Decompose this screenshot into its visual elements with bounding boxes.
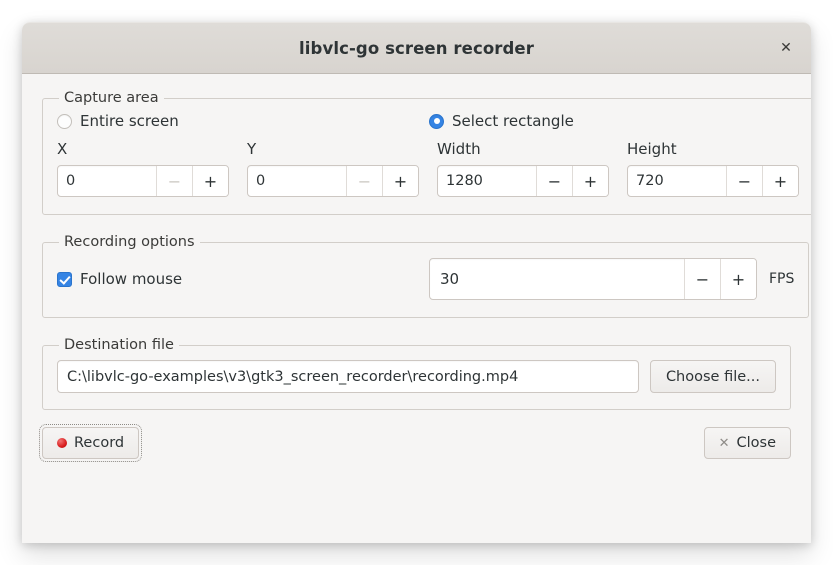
dialog-action-bar: Record ✕ Close <box>38 410 791 462</box>
spin-down-x-icon[interactable]: − <box>156 166 192 196</box>
label-width: Width <box>437 140 481 158</box>
fps-unit-label: FPS <box>769 271 795 287</box>
spin-up-height-icon[interactable]: + <box>762 166 798 196</box>
radio-entire-screen-label: Entire screen <box>80 112 179 130</box>
recording-options-row: Follow mouse − + FPS <box>57 258 794 300</box>
input-width[interactable] <box>438 166 536 196</box>
window-title: libvlc-go screen recorder <box>299 38 534 58</box>
titlebar-close-icon[interactable]: ✕ <box>771 33 801 63</box>
capture-area-group: Capture area Entire screen Select rectan… <box>42 90 811 215</box>
spinbutton-x: − + <box>57 165 229 197</box>
destination-file-group: Destination file Choose file... <box>42 337 791 410</box>
input-fps[interactable] <box>430 259 684 299</box>
destination-row: Choose file... <box>57 360 776 393</box>
field-height: Height − + <box>627 140 799 197</box>
app-window: libvlc-go screen recorder ✕ Capture area… <box>22 22 811 543</box>
close-button[interactable]: ✕ Close <box>703 427 791 459</box>
field-x: X − + <box>57 140 229 197</box>
radio-select-rectangle-label: Select rectangle <box>452 112 574 130</box>
record-button-label: Record <box>74 435 125 451</box>
spin-up-width-icon[interactable]: + <box>572 166 608 196</box>
label-height: Height <box>627 140 677 158</box>
spinbutton-y: − + <box>247 165 419 197</box>
destination-file-legend: Destination file <box>64 337 174 353</box>
record-button[interactable]: Record <box>38 424 143 462</box>
radio-select-rectangle[interactable]: Select rectangle <box>429 112 574 130</box>
radio-checked-icon <box>429 113 444 129</box>
input-y[interactable] <box>248 166 346 196</box>
spin-down-y-icon[interactable]: − <box>346 166 382 196</box>
capture-mode-radio-row: Entire screen Select rectangle <box>57 112 799 130</box>
checkbox-follow-mouse[interactable]: Follow mouse <box>57 270 429 288</box>
destination-path-input[interactable] <box>57 360 639 393</box>
field-width: Width − + <box>437 140 609 197</box>
record-dot-icon <box>57 438 67 448</box>
close-icon: ✕ <box>718 435 730 451</box>
input-x[interactable] <box>58 166 156 196</box>
spin-up-x-icon[interactable]: + <box>192 166 228 196</box>
checkmark-icon <box>57 271 72 287</box>
recording-options-group: Recording options Follow mouse − + FPS <box>42 234 810 318</box>
close-button-label: Close <box>736 435 777 451</box>
radio-unchecked-icon <box>57 113 72 129</box>
spin-down-height-icon[interactable]: − <box>726 166 762 196</box>
capture-area-legend: Capture area <box>64 90 159 106</box>
spinbutton-width: − + <box>437 165 609 197</box>
input-height[interactable] <box>628 166 726 196</box>
radio-entire-screen[interactable]: Entire screen <box>57 112 429 130</box>
label-x: X <box>57 140 68 158</box>
recording-options-legend: Recording options <box>64 234 195 250</box>
checkbox-follow-mouse-label: Follow mouse <box>80 270 183 288</box>
dialog-content: Capture area Entire screen Select rectan… <box>22 74 811 543</box>
capture-geometry-row: X − + Y − + Width <box>57 140 799 197</box>
spin-down-width-icon[interactable]: − <box>536 166 572 196</box>
spinbutton-height: − + <box>627 165 799 197</box>
window-titlebar: libvlc-go screen recorder ✕ <box>22 22 811 74</box>
spin-down-fps-icon[interactable]: − <box>684 259 720 299</box>
spin-up-y-icon[interactable]: + <box>382 166 418 196</box>
spinbutton-fps: − + <box>429 258 757 300</box>
label-y: Y <box>247 140 257 158</box>
spin-up-fps-icon[interactable]: + <box>720 259 756 299</box>
field-y: Y − + <box>247 140 419 197</box>
choose-file-button[interactable]: Choose file... <box>649 360 776 393</box>
